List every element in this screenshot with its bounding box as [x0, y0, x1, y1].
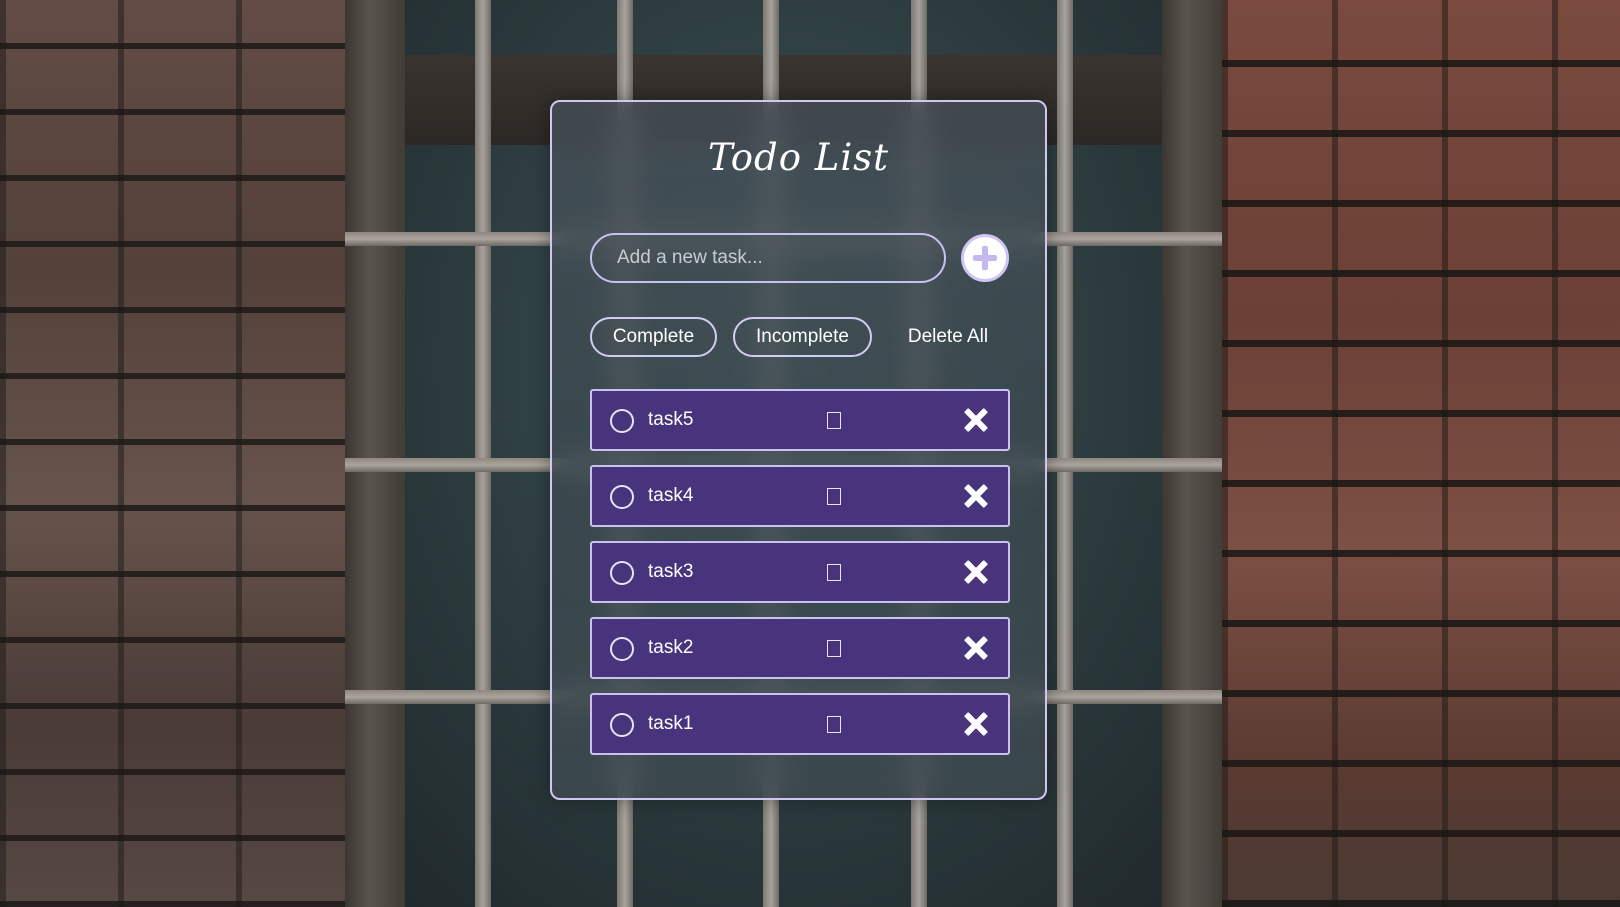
app-title: Todo List [707, 136, 890, 179]
placeholder-glyph-icon [827, 412, 841, 429]
delete-task-icon[interactable] [963, 559, 989, 585]
task-label: task3 [648, 561, 694, 582]
task-item: task4 [590, 465, 1010, 527]
complete-toggle-icon[interactable] [610, 713, 634, 737]
desktop-background: Todo List Complete Incomplete Delete All… [0, 0, 1620, 907]
complete-toggle-icon[interactable] [610, 409, 634, 433]
placeholder-glyph-icon [827, 716, 841, 733]
brick-wall-right [1222, 0, 1620, 907]
add-task-button[interactable] [961, 234, 1009, 282]
delete-task-icon[interactable] [963, 711, 989, 737]
filter-incomplete-button[interactable]: Incomplete [733, 317, 872, 357]
task-list: task5 task4 task3 task2 task1 [590, 389, 1010, 769]
brick-wall-left [0, 0, 345, 907]
task-item: task5 [590, 389, 1010, 451]
placeholder-glyph-icon [827, 640, 841, 657]
window-bar [1057, 0, 1073, 907]
task-item: task3 [590, 541, 1010, 603]
complete-toggle-icon[interactable] [610, 637, 634, 661]
task-item: task2 [590, 617, 1010, 679]
window-bar [475, 0, 491, 907]
complete-toggle-icon[interactable] [610, 485, 634, 509]
window-post [1162, 0, 1222, 907]
task-label: task4 [648, 485, 694, 506]
placeholder-glyph-icon [827, 488, 841, 505]
task-label: task2 [648, 637, 694, 658]
delete-task-icon[interactable] [963, 483, 989, 509]
delete-all-button[interactable]: Delete All [888, 317, 1008, 357]
task-label: task5 [648, 409, 694, 430]
task-label: task1 [648, 713, 694, 734]
complete-toggle-icon[interactable] [610, 561, 634, 585]
new-task-input[interactable] [590, 233, 946, 283]
delete-task-icon[interactable] [963, 407, 989, 433]
task-item: task1 [590, 693, 1010, 755]
todo-card: Todo List Complete Incomplete Delete All… [550, 100, 1047, 800]
window-post [345, 0, 405, 907]
plus-icon [973, 246, 997, 270]
delete-task-icon[interactable] [963, 635, 989, 661]
placeholder-glyph-icon [827, 564, 841, 581]
filter-complete-button[interactable]: Complete [590, 317, 717, 357]
